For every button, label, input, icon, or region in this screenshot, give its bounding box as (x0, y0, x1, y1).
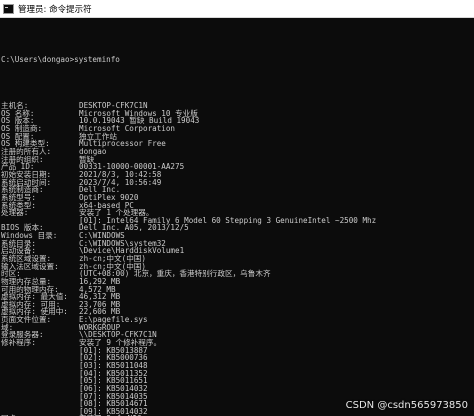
output-line: OS 名称: Microsoft Windows 10 专业版 (1, 110, 473, 118)
output-line: [05]: KB5011651 (1, 377, 473, 385)
watermark: CSDN @csdn565973850 (345, 400, 468, 411)
output-line: [02]: KB5000736 (1, 354, 473, 362)
command-prompt-window: 管理员: 命令提示符 C:\Users\dongao>systeminfo 主机… (0, 0, 474, 416)
output-line: 系统启动时间: 2023/7/4, 10:56:49 (1, 178, 473, 187)
output-line: 虚拟内存: 使用中: 22,606 MB (1, 308, 473, 316)
output-line: [01]: Intel64 Family 6 Model 60 Stepping… (1, 217, 473, 225)
output-line: 系统目录: C:\WINDOWS\system32 (1, 240, 473, 248)
output-line: [06]: KB5014032 (1, 385, 473, 393)
output-line: 初始安装日期: 2021/8/3, 10:42:58 (1, 171, 473, 179)
output-line: 可用的物理内存: 4,572 MB (1, 285, 473, 294)
output-line: 物理内存总量: 16,292 MB (1, 278, 473, 286)
field-label (1, 400, 79, 408)
cmd-icon (3, 3, 14, 14)
output-line: OS 制造商: Microsoft Corporation (1, 125, 473, 133)
output-line: OS 构建类型: Multiprocessor Free (1, 140, 473, 148)
output-line: [07]: KB5014035 (1, 392, 473, 401)
output-line: 系统型号: OptiPlex 9020 (1, 194, 473, 202)
output-line: BIOS 版本: Dell Inc. A05, 2013/12/5 (1, 224, 473, 232)
field-label (1, 354, 79, 362)
output-line: 系统区域设置: zh-cn;中文(中国) (1, 255, 473, 263)
field-label (1, 393, 79, 401)
output-line: [03]: KB5011048 (1, 362, 473, 370)
output-line: 页面文件位置: E:\pagefile.sys (1, 316, 473, 324)
output-line: [04]: KB5011352 (1, 369, 473, 378)
prompt-line: C:\Users\dongao>systeminfo (1, 55, 120, 65)
window-title: 管理员: 命令提示符 (18, 4, 92, 15)
field-label (1, 370, 79, 378)
output-line: 虚拟内存: 最大值: 46,312 MB (1, 293, 473, 301)
output-line: [01]: KB5013887 (1, 347, 473, 355)
output-line: 注册的组织: 暂缺 (1, 156, 473, 164)
output-line: 虚拟内存: 可用: 23,706 MB (1, 301, 473, 309)
field-label (1, 377, 79, 385)
field-label (1, 347, 79, 355)
output-line: Windows 目录: C:\WINDOWS (1, 232, 473, 240)
field-label (1, 362, 79, 370)
output-line: 系统类型: x64-based PC (1, 201, 473, 210)
output-line: 产品 ID: 00331-10000-00001-AA275 (1, 163, 473, 171)
field-label: 修补程序: (1, 338, 36, 348)
output-line: 域: WORKGROUP (1, 324, 473, 332)
output-line: 启动设备: \Device\HarddiskVolume1 (1, 247, 473, 255)
output-line: OS 配置: 独立工作站 (1, 133, 473, 141)
systeminfo-output: 主机名: DESKTOP-CFK7C1N OS 名称: Microsoft Windo… (1, 102, 473, 416)
output-line: 主机名: DESKTOP-CFK7C1N (1, 102, 473, 110)
output-line: 注册的所有人: dongao (1, 148, 473, 156)
output-line: 系统制造商: Dell Inc. (1, 186, 473, 194)
console-output[interactable]: C:\Users\dongao>systeminfo 主机名: DESKTOP-C… (1, 18, 473, 416)
title-bar[interactable]: 管理员: 命令提示符 (0, 0, 474, 18)
output-line: OS 版本: 10.0.19043 暂缺 Build 19043 (1, 117, 473, 125)
output-line: 登录服务器: \\DESKTOP-CFK7C1N (1, 331, 473, 339)
field-label: 处理器: (1, 208, 29, 218)
output-line: 修补程序: 安装了 9 个修补程序。 (1, 339, 473, 347)
output-line: 时区: (UTC+08:00) 北京，重庆，香港特别行政区，乌鲁木齐 (1, 270, 473, 278)
field-label (1, 385, 79, 393)
